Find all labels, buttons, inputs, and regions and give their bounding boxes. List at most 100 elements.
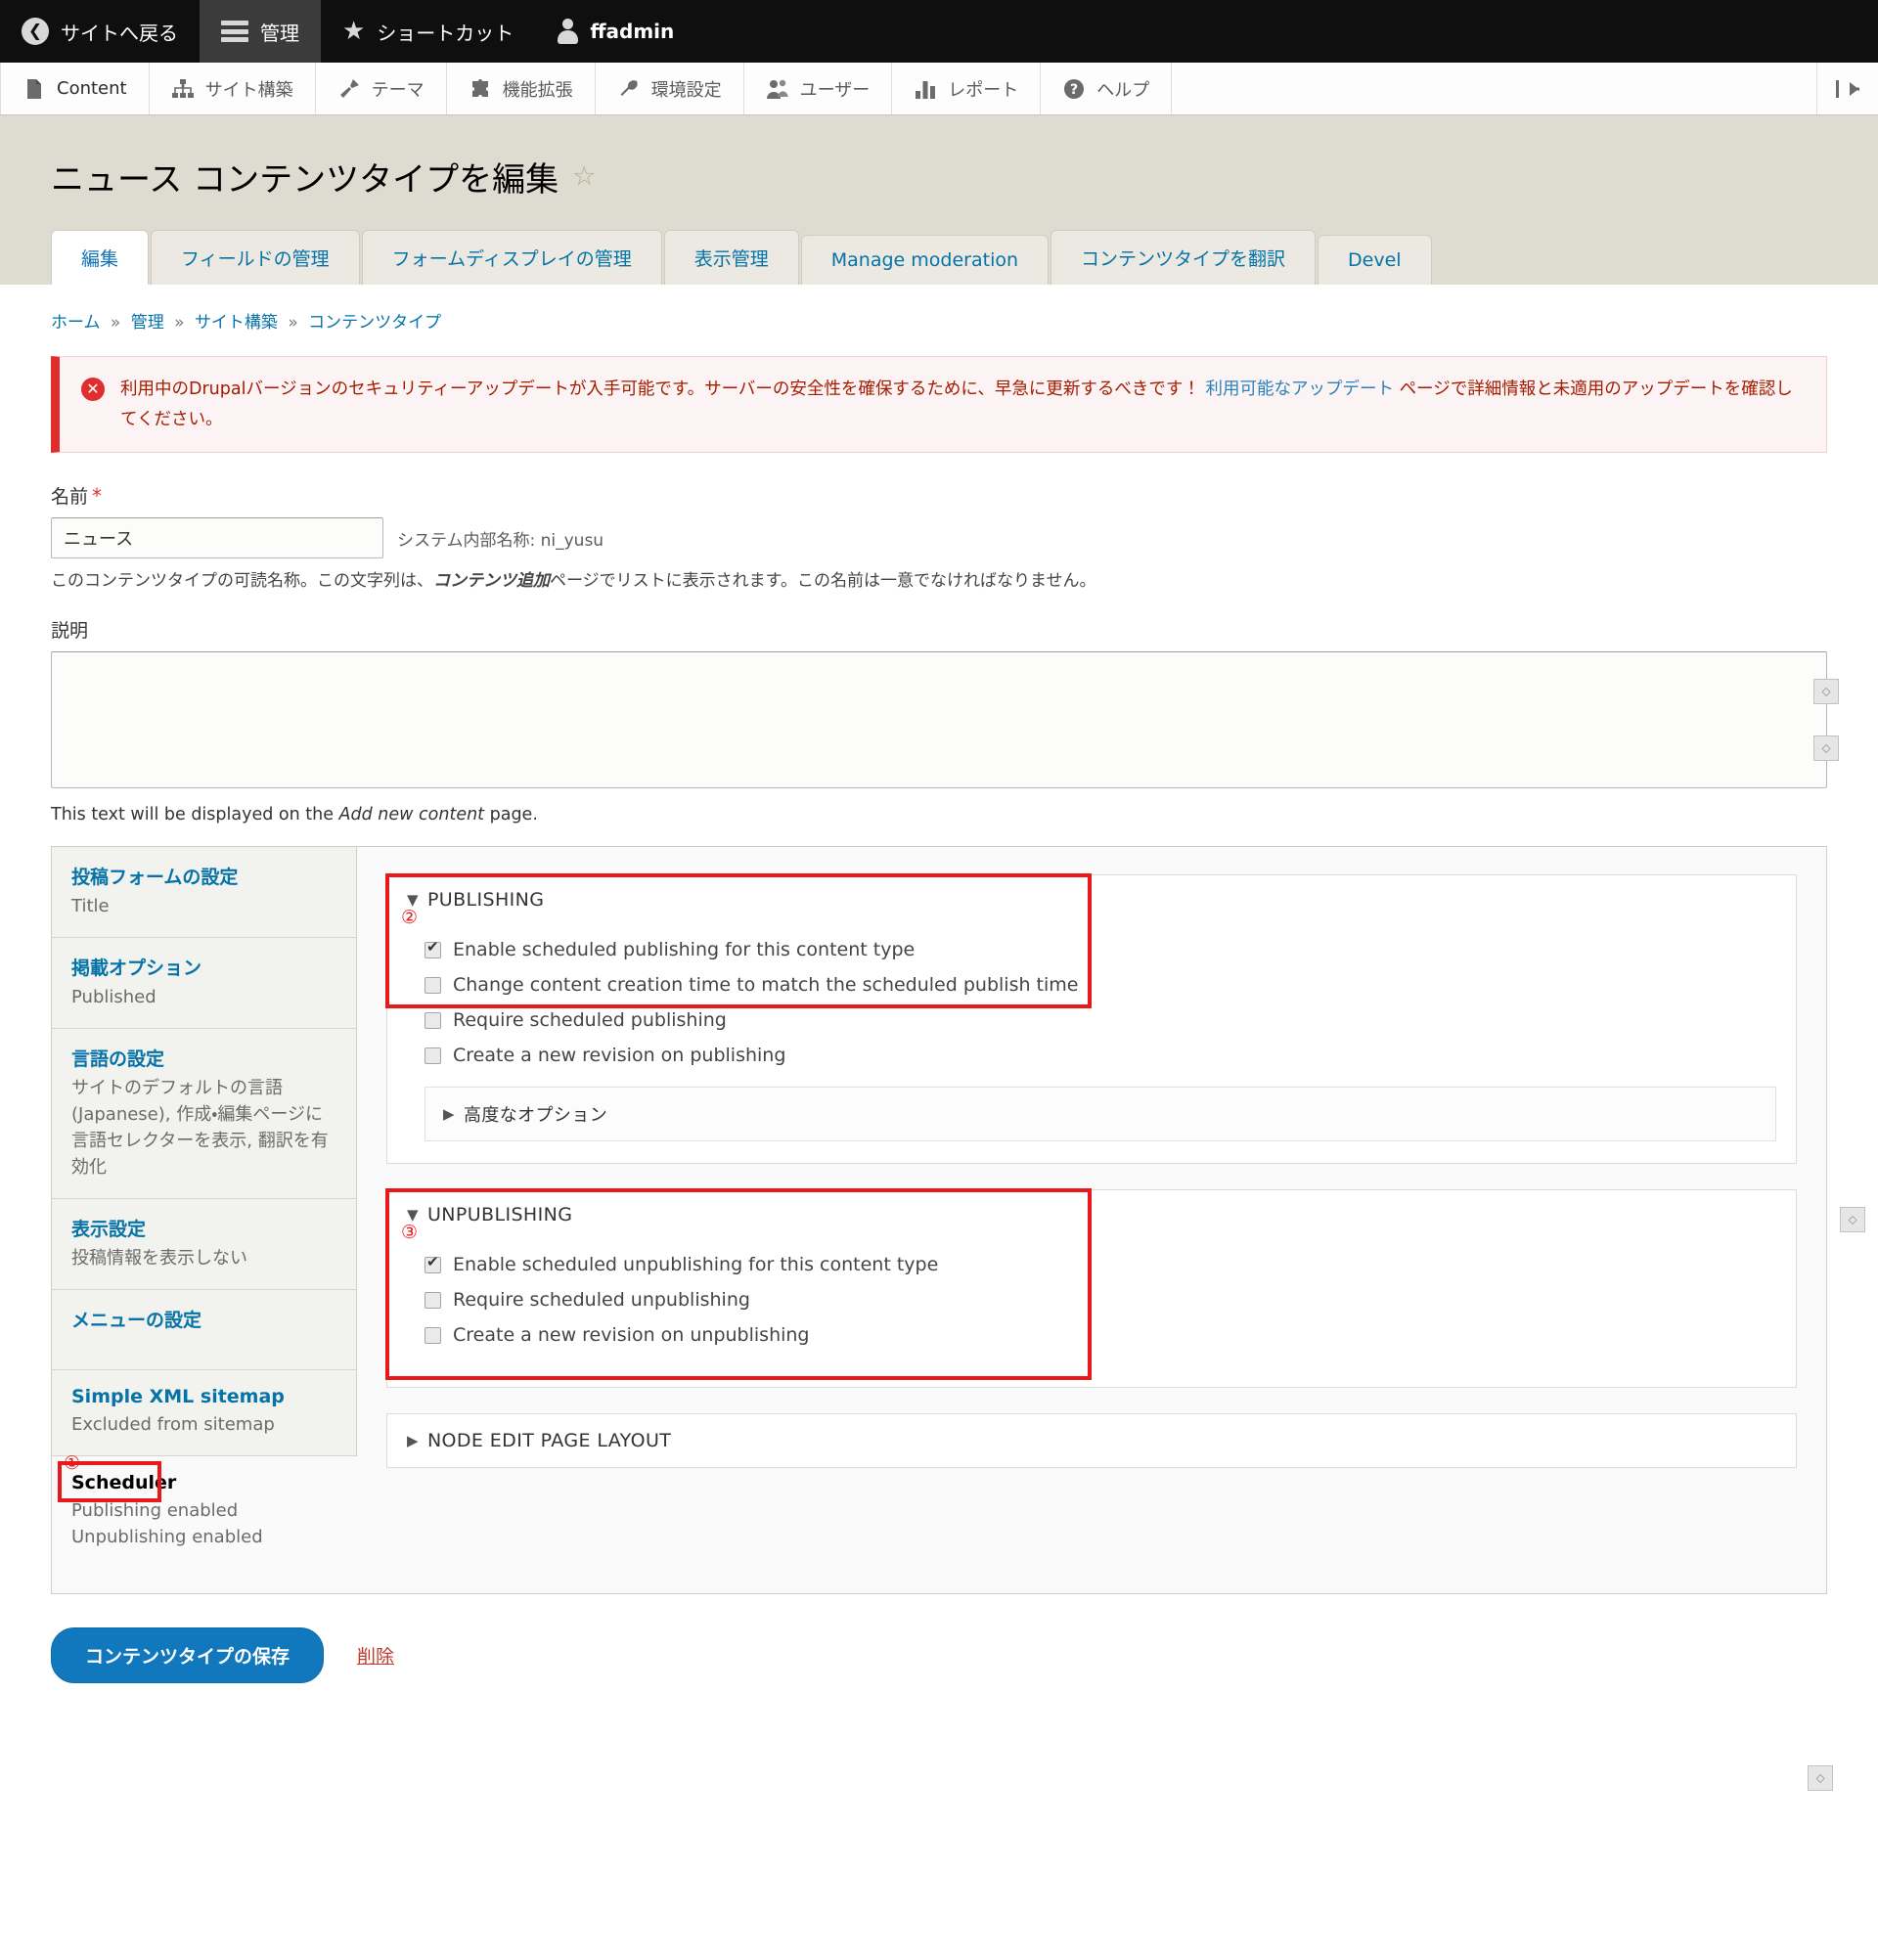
unpublishing-section-header[interactable]: ▼ UNPUBLISHING <box>407 1204 1776 1225</box>
available-updates-link[interactable]: 利用可能なアップデート <box>1205 379 1394 399</box>
collapse-tray-icon <box>1836 79 1859 98</box>
user-account-button[interactable]: ffadmin <box>535 0 695 63</box>
menu-item-people-label: ユーザー <box>799 79 871 101</box>
textarea-resize-handle-top[interactable]: ⬦ <box>1813 679 1839 705</box>
vertical-tab-submission-form[interactable]: 投稿フォームの設定 Title <box>52 847 356 939</box>
checkbox-create-revision-on-unpublishing[interactable] <box>425 1326 441 1344</box>
checkbox-row-create-revision-on-publishing[interactable]: Create a new revision on publishing <box>407 1038 1776 1073</box>
name-field-label: 名前 * <box>51 482 1827 509</box>
menu-item-help-label: ヘルプ <box>1096 79 1150 101</box>
form-actions: コンテンツタイプの保存 削除 <box>0 1594 1878 1743</box>
publishing-section: ▼ PUBLISHING Enable scheduled publishing… <box>385 873 1797 1165</box>
breadcrumb: ホーム » 管理 » サイト構築 » コンテンツタイプ <box>51 285 1827 342</box>
checkbox-row-enable-scheduled-publishing[interactable]: Enable scheduled publishing for this con… <box>407 932 1776 967</box>
breadcrumb-separator: » <box>110 313 121 333</box>
back-to-site-button[interactable]: ❮ サイトへ戻る <box>0 0 200 63</box>
menu-item-content[interactable]: Content <box>0 63 150 114</box>
checkbox-row-enable-scheduled-unpublishing[interactable]: Enable scheduled unpublishing for this c… <box>407 1247 1776 1282</box>
tab-manage-display[interactable]: 表示管理 <box>663 230 799 285</box>
checkbox-require-scheduled-publishing[interactable] <box>425 1011 441 1029</box>
tab-manage-form-display[interactable]: フォームディスプレイの管理 <box>361 230 662 285</box>
breadcrumb-item-admin[interactable]: 管理 <box>131 313 164 333</box>
save-content-type-button[interactable]: コンテンツタイプの保存 <box>51 1627 325 1684</box>
checkbox-change-creation-time[interactable] <box>425 976 441 994</box>
vertical-tab-title: Scheduler <box>71 1472 177 1494</box>
vertical-tab-title: 表示設定 <box>71 1219 147 1241</box>
star-icon: ★ <box>342 17 366 46</box>
tab-manage-moderation[interactable]: Manage moderation <box>800 235 1050 285</box>
shortcuts-button[interactable]: ★ ショートカット <box>321 0 535 63</box>
favorite-star-icon[interactable]: ☆ <box>572 161 596 192</box>
checkbox-row-create-revision-on-unpublishing[interactable]: Create a new revision on unpublishing <box>407 1317 1776 1365</box>
menu-item-configuration[interactable]: 環境設定 <box>596 63 744 114</box>
menu-item-content-label: Content <box>57 78 127 99</box>
checkbox-enable-scheduled-unpublishing[interactable] <box>425 1255 441 1273</box>
breadcrumb-separator: » <box>288 313 298 333</box>
breadcrumb-item-content-types[interactable]: コンテンツタイプ <box>308 313 441 333</box>
checkbox-label: Create a new revision on unpublishing <box>453 1324 810 1347</box>
description-field-label: 説明 <box>51 620 89 643</box>
advanced-options-header[interactable]: ▶ 高度なオプション <box>443 1101 1758 1127</box>
page-resize-handle[interactable]: ⬦ <box>1808 1765 1833 1792</box>
publishing-legend: PUBLISHING <box>426 889 545 912</box>
tab-edit[interactable]: 編集 <box>51 230 150 285</box>
triangle-right-icon: ▶ <box>443 1105 455 1124</box>
checkbox-row-require-scheduled-publishing[interactable]: Require scheduled publishing <box>407 1002 1776 1038</box>
vertical-tab-simple-xml-sitemap[interactable]: Simple XML sitemap Excluded from sitemap <box>52 1370 356 1457</box>
publishing-section-header[interactable]: ▼ PUBLISHING <box>407 889 1776 911</box>
page-header: ニュース コンテンツタイプを編集 ☆ 編集 フィールドの管理 フォームディスプレ… <box>0 115 1878 285</box>
tab-devel[interactable]: Devel <box>1318 235 1432 285</box>
name-field-row: 名前* システム内部名称: ni_yusu このコンテンツタイプの可読名称。この… <box>51 482 1827 595</box>
vertical-tab-title: 掲載オプション <box>71 958 202 980</box>
node-edit-page-layout-section[interactable]: ▶ NODE EDIT PAGE LAYOUT <box>386 1413 1797 1469</box>
menu-item-help[interactable]: ? ヘルプ <box>1041 63 1173 114</box>
vertical-tab-menu-settings[interactable]: メニューの設定 <box>52 1290 356 1371</box>
checkbox-label: Enable scheduled publishing for this con… <box>453 939 916 961</box>
unpublishing-legend: UNPUBLISHING <box>426 1204 573 1226</box>
advanced-options-details[interactable]: ▶ 高度なオプション <box>425 1087 1776 1142</box>
desc-help-part1: This text will be displayed on the <box>51 805 339 825</box>
person-icon <box>557 19 579 44</box>
name-input[interactable] <box>51 517 383 559</box>
tab-manage-fields[interactable]: フィールドの管理 <box>151 230 360 285</box>
vertical-tab-publishing-options[interactable]: 掲載オプション Published <box>52 938 356 1030</box>
toolbar-collapse-button[interactable] <box>1817 63 1878 114</box>
breadcrumb-separator: » <box>174 313 185 333</box>
description-textarea[interactable] <box>51 651 1827 789</box>
vertical-tab-title: Simple XML sitemap <box>71 1386 285 1408</box>
panel-resize-handle[interactable]: ⬦ <box>1840 1207 1865 1233</box>
bar-chart-icon <box>916 80 936 99</box>
vertical-tab-language-settings[interactable]: 言語の設定 サイトのデフォルトの言語 (Japanese), 作成・編集ページに… <box>52 1029 356 1200</box>
vertical-tab-scheduler[interactable]: Scheduler Publishing enabled Unpublishin… <box>52 1452 357 1594</box>
menu-item-extend[interactable]: 機能拡張 <box>447 63 596 114</box>
checkbox-enable-scheduled-publishing[interactable] <box>425 940 441 958</box>
manage-button[interactable]: 管理 <box>200 0 321 63</box>
delete-link[interactable]: 削除 <box>357 1642 394 1669</box>
tab-translate-content-type[interactable]: コンテンツタイプを翻訳 <box>1051 230 1317 285</box>
node-edit-page-layout-header[interactable]: ▶ NODE EDIT PAGE LAYOUT <box>407 1430 1776 1451</box>
vertical-tab-title: 言語の設定 <box>71 1048 165 1071</box>
checkbox-create-revision-on-publishing[interactable] <box>425 1047 441 1064</box>
vertical-tabs: 投稿フォームの設定 Title 掲載オプション Published 言語の設定 … <box>51 846 1865 1595</box>
puzzle-icon <box>471 78 488 97</box>
menu-item-reports[interactable]: レポート <box>892 63 1042 114</box>
textarea-resize-handle-bottom[interactable]: ⬦ <box>1813 735 1839 762</box>
error-icon: ✕ <box>81 378 105 401</box>
menu-item-people[interactable]: ユーザー <box>744 63 893 114</box>
menu-item-appearance[interactable]: テーマ <box>316 63 447 114</box>
checkbox-row-change-creation-time[interactable]: Change content creation time to match th… <box>407 967 1776 1002</box>
vertical-tab-display-settings[interactable]: 表示設定 投稿情報を表示しない <box>52 1199 356 1291</box>
checkbox-require-scheduled-unpublishing[interactable] <box>425 1291 441 1309</box>
name-help-bold: コンテンツ追加 <box>433 571 550 592</box>
menu-item-structure[interactable]: サイト構築 <box>150 63 316 114</box>
breadcrumb-item-structure[interactable]: サイト構築 <box>195 313 278 333</box>
vertical-tab-title: 投稿フォームの設定 <box>71 867 239 889</box>
vertical-tab-summary: Excluded from sitemap <box>71 1414 275 1436</box>
page-title-text: ニュース コンテンツタイプを編集 <box>51 160 559 200</box>
checkbox-row-require-scheduled-unpublishing[interactable]: Require scheduled unpublishing <box>407 1282 1776 1317</box>
primary-tabs: 編集 フィールドの管理 フォームディスプレイの管理 表示管理 Manage mo… <box>51 230 1827 285</box>
description-field-row: 説明 ⬦ ⬦ This text will be displayed on th… <box>51 616 1839 825</box>
manage-label: 管理 <box>260 21 299 45</box>
name-help-part2: ページでリストに表示されます。この名前は一意でなければなりません。 <box>550 571 1096 592</box>
breadcrumb-item-home[interactable]: ホーム <box>51 313 101 333</box>
